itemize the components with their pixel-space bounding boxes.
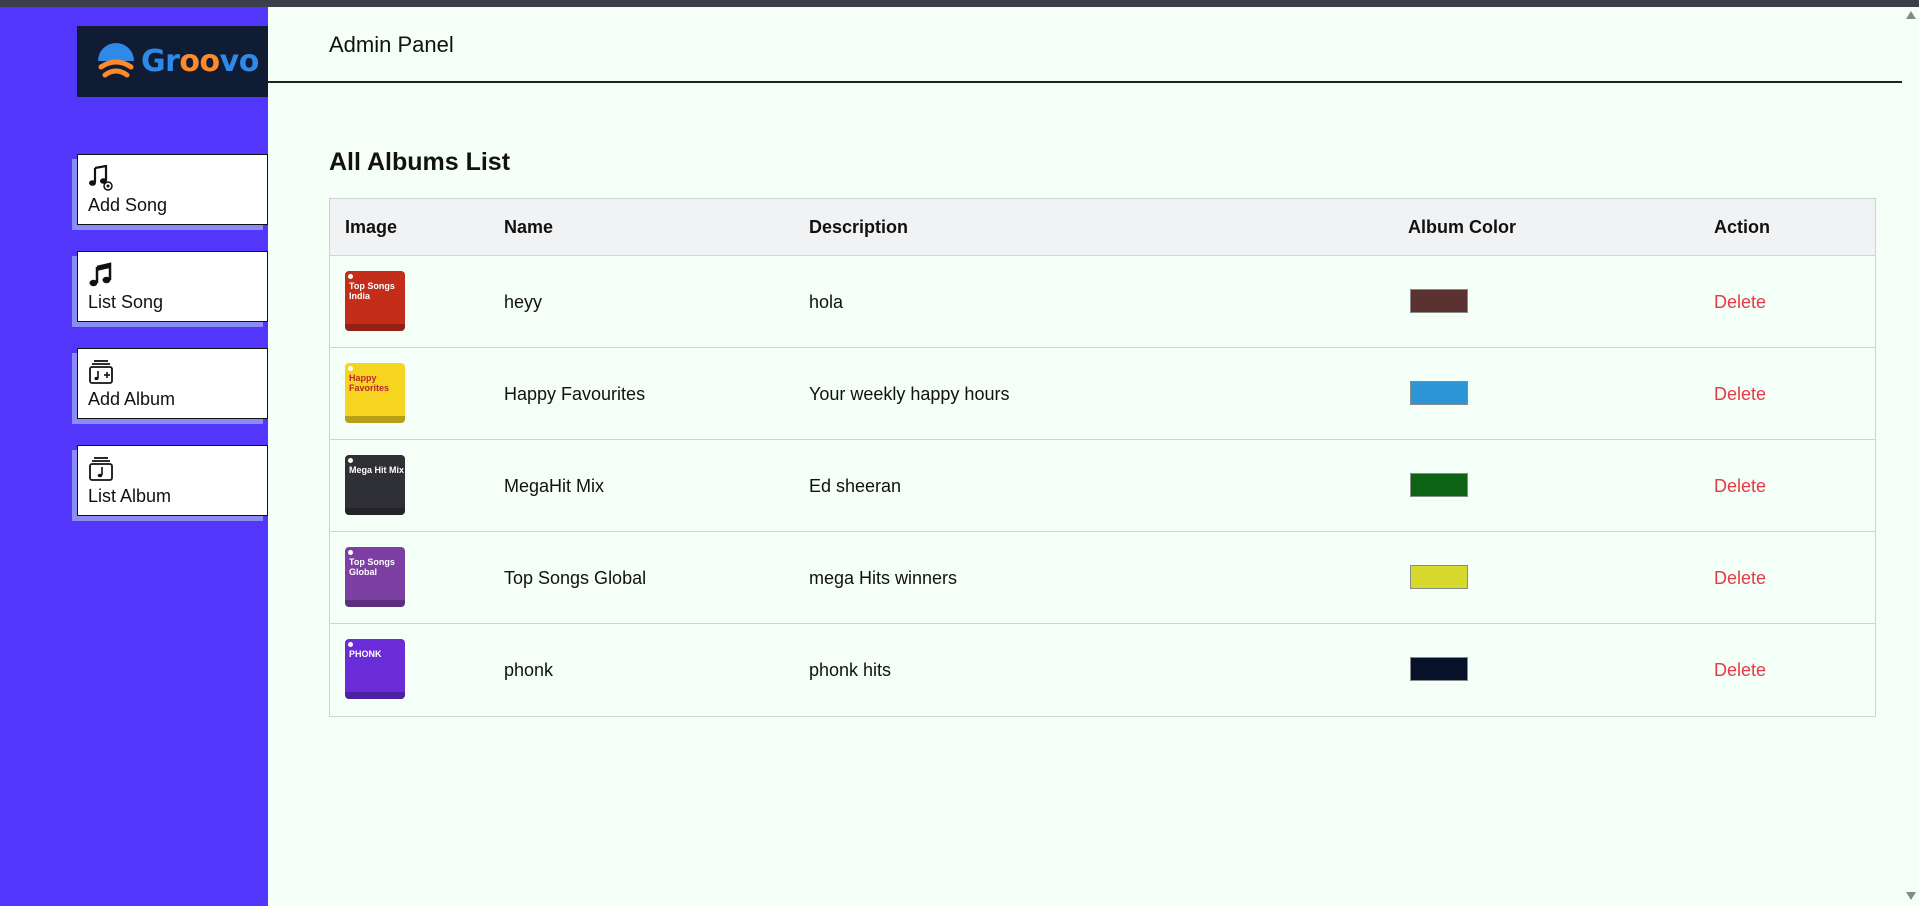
scroll-down-icon[interactable] <box>1906 892 1916 900</box>
sidebar-item-label: Add Song <box>88 195 168 215</box>
table-row: Mega Hit Mix MegaHit Mix Ed sheeran Dele… <box>330 440 1875 532</box>
thumbnail-footer <box>345 324 405 331</box>
album-name: Happy Favourites <box>504 384 646 404</box>
logo-text: Groovo <box>141 44 259 79</box>
table-row: Top Songs India heyy hola Delete <box>330 256 1875 348</box>
thumbnail-footer <box>345 416 405 423</box>
album-name: heyy <box>504 292 543 312</box>
column-header-action: Action <box>1714 217 1770 237</box>
vertical-scrollbar[interactable] <box>1902 7 1919 906</box>
sidebar-item-list-album[interactable]: List Album <box>77 445 268 516</box>
album-thumbnail-label: Top Songs India <box>349 281 395 301</box>
album-image: PHONK <box>345 639 405 699</box>
column-header-description: Description <box>809 217 909 237</box>
album-color-swatch <box>1410 473 1468 497</box>
add-album-icon <box>88 359 114 385</box>
album-thumbnail: Happy Favorites <box>345 363 405 423</box>
add-music-icon <box>88 164 114 191</box>
sidebar-item-add-song[interactable]: Add Song <box>77 154 268 225</box>
table-row: Happy Favorites Happy Favourites Your we… <box>330 348 1875 440</box>
spotify-dot-icon <box>348 274 353 279</box>
thumbnail-footer <box>345 600 405 607</box>
column-header-image: Image <box>345 217 398 237</box>
sidebar: Groovo Add Song List Song Add Album List… <box>0 7 268 906</box>
table-row: PHONK phonk phonk hits Delete <box>330 624 1875 716</box>
sidebar-item-label: List Album <box>88 486 172 506</box>
album-thumbnail: Top Songs Global <box>345 547 405 607</box>
album-color-swatch <box>1410 289 1468 313</box>
sidebar-item-label: List Song <box>88 292 164 312</box>
spotify-dot-icon <box>348 550 353 555</box>
album-thumbnail-label: Happy Favorites <box>349 373 390 393</box>
album-description: hola <box>809 292 844 312</box>
music-note-icon <box>88 262 114 288</box>
thumbnail-footer <box>345 692 405 699</box>
album-thumbnail-label: Top Songs Global <box>349 557 395 577</box>
album-description: Ed sheeran <box>809 476 902 496</box>
window-top-bar <box>0 0 1919 7</box>
sidebar-item-add-album[interactable]: Add Album <box>77 348 268 419</box>
album-color-swatch <box>1410 565 1468 589</box>
thumbnail-footer <box>345 508 405 515</box>
delete-button[interactable]: Delete <box>1714 292 1766 313</box>
album-image: Top Songs Global <box>345 547 405 607</box>
column-header-name: Name <box>504 217 554 237</box>
column-header-album-color: Album Color <box>1408 217 1516 237</box>
sidebar-item-label: Add Album <box>88 389 176 409</box>
album-description: phonk hits <box>809 660 892 680</box>
spotify-dot-icon <box>348 366 353 371</box>
top-header: Admin Panel <box>268 7 1902 83</box>
spotify-dot-icon <box>348 458 353 463</box>
delete-button[interactable]: Delete <box>1714 660 1766 681</box>
delete-button[interactable]: Delete <box>1714 476 1766 497</box>
section-title: All Albums List <box>329 148 511 176</box>
album-image: Mega Hit Mix <box>345 455 405 515</box>
album-thumbnail-label: PHONK <box>349 649 382 659</box>
album-list-icon <box>88 456 114 482</box>
albums-table: Image Name Description Album Color Actio… <box>329 198 1876 717</box>
table-row: Top Songs Global Top Songs Global mega H… <box>330 532 1875 624</box>
album-color-swatch <box>1410 381 1468 405</box>
sidebar-item-list-song[interactable]: List Song <box>77 251 268 322</box>
spotify-dot-icon <box>348 642 353 647</box>
album-name: phonk <box>504 660 554 680</box>
table-header: Image Name Description Album Color Actio… <box>330 199 1875 256</box>
delete-button[interactable]: Delete <box>1714 568 1766 589</box>
album-thumbnail: Top Songs India <box>345 271 405 331</box>
album-color-swatch <box>1410 657 1468 681</box>
delete-button[interactable]: Delete <box>1714 384 1766 405</box>
album-thumbnail: Mega Hit Mix <box>345 455 405 515</box>
album-thumbnail-label: Mega Hit Mix <box>349 465 405 475</box>
scroll-up-icon[interactable] <box>1906 11 1916 19</box>
album-description: mega Hits winners <box>809 568 958 588</box>
album-description: Your weekly happy hours <box>809 384 1010 404</box>
album-image: Top Songs India <box>345 271 405 331</box>
album-thumbnail: PHONK <box>345 639 405 699</box>
album-name: MegaHit Mix <box>504 476 605 496</box>
logo-mark-icon <box>95 41 137 83</box>
page-title: Admin Panel <box>329 32 454 57</box>
album-name: Top Songs Global <box>504 568 647 588</box>
groovo-logo[interactable]: Groovo <box>77 26 268 97</box>
album-image: Happy Favorites <box>345 363 405 423</box>
